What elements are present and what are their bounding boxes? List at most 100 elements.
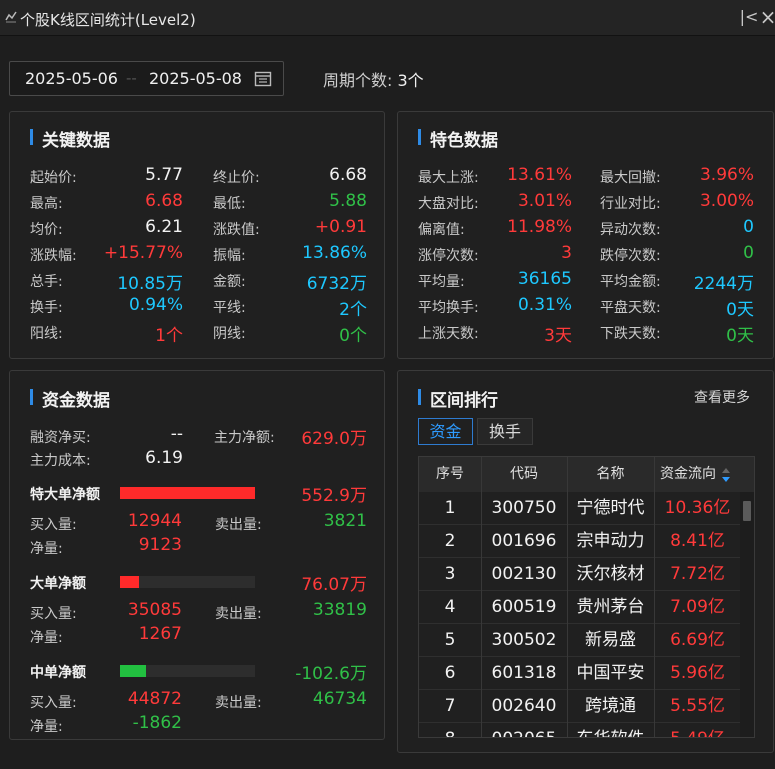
key-value: 0.94% bbox=[128, 295, 183, 315]
sell-volume-value: 33819 bbox=[312, 600, 367, 620]
table-row[interactable]: 5 300502 新易盛 6.69亿 bbox=[419, 624, 741, 657]
feat-value: 3.01% bbox=[517, 191, 572, 211]
feat-value: 11.98% bbox=[507, 217, 572, 237]
key-label: 平线: bbox=[213, 300, 246, 316]
feat-value: 3.00% bbox=[699, 191, 754, 211]
header-name[interactable]: 名称 bbox=[567, 457, 654, 492]
sort-desc-icon[interactable] bbox=[721, 467, 731, 483]
order-group-title: 特大单净额 bbox=[30, 487, 100, 503]
feat-value: 0天 bbox=[726, 326, 754, 346]
table-row[interactable]: 7 002640 跨境通 5.55亿 bbox=[419, 690, 741, 723]
feat-value: 2244万 bbox=[693, 274, 754, 294]
key-value: 6.68 bbox=[329, 165, 367, 185]
period-label: 周期个数: bbox=[323, 71, 393, 90]
date-range-picker[interactable]: 2025-05-06 -- 2025-05-08 bbox=[9, 61, 284, 96]
table-row[interactable]: 6 601318 中国平安 5.96亿 bbox=[419, 657, 741, 690]
key-value: 2个 bbox=[339, 300, 367, 320]
cell-rank: 3 bbox=[444, 564, 456, 584]
key-label: 换手: bbox=[30, 300, 63, 316]
table-row[interactable]: 4 600519 贵州茅台 7.09亿 bbox=[419, 591, 741, 624]
order-net-amount: 552.9万 bbox=[301, 486, 367, 506]
key-data-panel: 关键数据 起始价: 5.77 终止价: 6.68 最高: 6.68 最低: 5.88 均价: 6.… bbox=[9, 111, 385, 359]
cell-name: 新易盛 bbox=[585, 630, 636, 650]
buy-volume-label: 买入量: bbox=[30, 606, 77, 622]
net-volume-value: -1862 bbox=[132, 713, 182, 733]
margin-buy-label: 融资净买: bbox=[30, 430, 91, 446]
cell-code: 300502 bbox=[491, 630, 557, 650]
start-date[interactable]: 2025-05-06 bbox=[25, 69, 118, 88]
feat-value: 3 bbox=[561, 243, 572, 263]
cell-code: 002130 bbox=[491, 564, 557, 584]
tab-fund[interactable]: 资金 bbox=[418, 418, 473, 445]
view-more-link[interactable]: 查看更多 bbox=[694, 387, 750, 407]
close-button[interactable]: × bbox=[757, 6, 775, 28]
table-row[interactable]: 2 001696 宗申动力 8.41亿 bbox=[419, 525, 741, 558]
cell-rank: 1 bbox=[444, 498, 456, 518]
sell-volume-value: 46734 bbox=[312, 689, 367, 709]
period-value: 3个 bbox=[397, 71, 424, 90]
key-label: 涨跌值: bbox=[213, 222, 260, 238]
scrollbar-thumb[interactable] bbox=[743, 501, 751, 521]
feat-value: 0 bbox=[743, 243, 754, 263]
cell-flow: 7.72亿 bbox=[670, 564, 725, 584]
table-row[interactable]: 1 300750 宁德时代 10.36亿 bbox=[419, 492, 741, 525]
table-scrollbar[interactable] bbox=[740, 492, 754, 737]
calendar-icon[interactable] bbox=[254, 70, 272, 87]
key-value: 6732万 bbox=[306, 274, 367, 294]
key-label: 终止价: bbox=[213, 170, 260, 186]
order-net-amount: 76.07万 bbox=[301, 575, 367, 595]
key-label: 最低: bbox=[213, 196, 246, 212]
tab-turnover[interactable]: 换手 bbox=[477, 418, 533, 445]
key-value: 5.88 bbox=[329, 191, 367, 211]
net-volume-label: 净量: bbox=[30, 630, 63, 646]
order-group-title: 中单净额 bbox=[30, 665, 86, 681]
main-cost-value: 6.19 bbox=[145, 448, 183, 468]
feature-data-title: 特色数据 bbox=[418, 126, 498, 151]
period-count: 周期个数: 3个 bbox=[323, 67, 424, 91]
table-row[interactable]: 8002065东华软件5.49亿 bbox=[419, 723, 741, 737]
cell-flow: 5.49亿 bbox=[654, 723, 741, 737]
cell-code: 300750 bbox=[491, 498, 557, 518]
feat-value: 0.31% bbox=[517, 295, 572, 315]
table-header: 序号 代码 名称 资金流向 bbox=[419, 457, 754, 492]
cell-code: 001696 bbox=[491, 531, 557, 551]
header-rank[interactable]: 序号 bbox=[419, 457, 481, 492]
key-value: 1个 bbox=[155, 326, 183, 346]
key-value: 5.77 bbox=[145, 165, 183, 185]
key-label: 阴线: bbox=[213, 326, 246, 342]
order-net-bar bbox=[120, 576, 255, 588]
key-value: 0个 bbox=[339, 326, 367, 346]
buy-volume-value: 12944 bbox=[127, 511, 182, 531]
cell-flow: 5.96亿 bbox=[670, 663, 725, 683]
key-label: 均价: bbox=[30, 222, 63, 238]
feat-label: 平均量: bbox=[418, 274, 465, 290]
feat-value: 0天 bbox=[726, 300, 754, 320]
table-row[interactable]: 3 002130 沃尔核材 7.72亿 bbox=[419, 558, 741, 591]
key-label: 阳线: bbox=[30, 326, 63, 342]
date-separator: -- bbox=[126, 69, 137, 87]
title-bar: 个股K线区间统计(Level2) |< × bbox=[0, 0, 775, 36]
header-code[interactable]: 代码 bbox=[481, 457, 567, 492]
cell-name: 沃尔核材 bbox=[576, 564, 645, 584]
feature-data-panel: 特色数据 最大上涨: 13.61% 最大回撤: 3.96% 大盘对比: 3.01% 行业对比… bbox=[397, 111, 774, 359]
key-label: 最高: bbox=[30, 196, 63, 212]
order-net-bar-fill bbox=[120, 487, 255, 499]
end-date[interactable]: 2025-05-08 bbox=[149, 69, 242, 88]
buy-volume-label: 买入量: bbox=[30, 517, 77, 533]
feat-value: 36165 bbox=[517, 269, 572, 289]
net-volume-label: 净量: bbox=[30, 719, 63, 735]
feat-value: 3天 bbox=[544, 326, 572, 346]
cell-name: 跨境通 bbox=[585, 696, 636, 716]
key-value: 10.85万 bbox=[117, 274, 183, 294]
cell-flow: 5.55亿 bbox=[670, 696, 725, 716]
cell-code: 002065 bbox=[481, 723, 567, 737]
window-title: 个股K线区间统计(Level2) bbox=[20, 11, 196, 29]
cell-flow: 10.36亿 bbox=[664, 498, 731, 518]
sell-volume-label: 卖出量: bbox=[215, 517, 262, 533]
net-volume-value: 1267 bbox=[138, 624, 182, 644]
cell-rank: 6 bbox=[444, 663, 456, 683]
ranking-table: 序号 代码 名称 资金流向 1 300750 宁德时代 10.36亿 2 001696 宗申… bbox=[418, 456, 755, 738]
key-value: 6.21 bbox=[145, 217, 183, 237]
cell-name: 贵州茅台 bbox=[576, 597, 645, 617]
feat-value: 3.96% bbox=[699, 165, 754, 185]
